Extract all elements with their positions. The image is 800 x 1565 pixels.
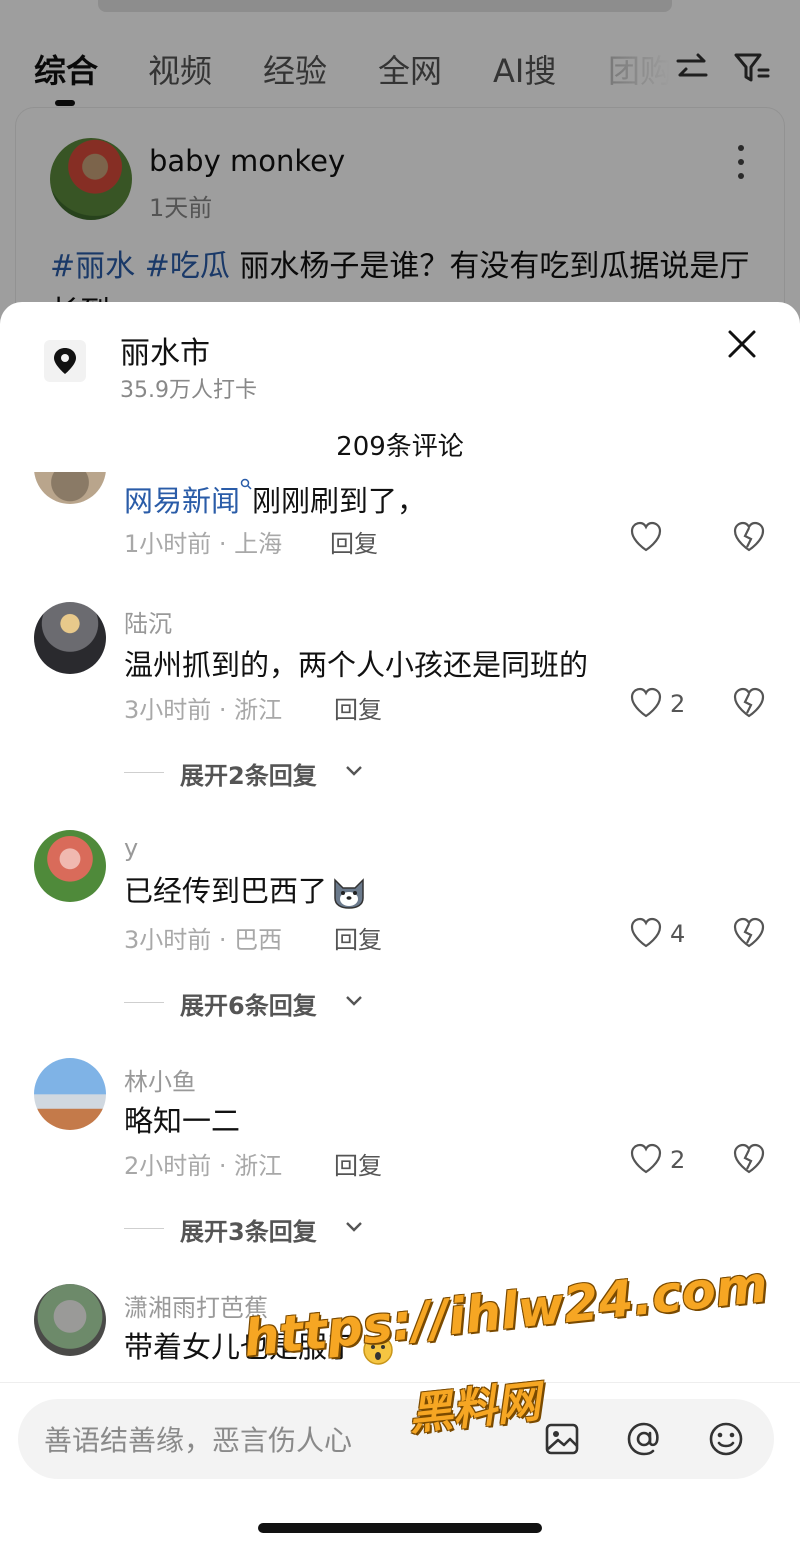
reply-button[interactable]: 回复: [334, 1146, 382, 1181]
comment-body: 已经传到巴西了: [124, 874, 328, 908]
search-link-icon: [240, 478, 252, 490]
comment-time: 3小时前: [124, 926, 212, 954]
location-checkins: 35.9万人打卡: [120, 378, 257, 403]
chevron-down-icon: [346, 766, 362, 776]
comment-time: 3小时前: [124, 696, 212, 724]
like-button[interactable]: 2: [628, 686, 698, 726]
location-pin-icon: [54, 348, 76, 374]
chevron-down-icon: [346, 1222, 362, 1232]
broken-heart-icon: [733, 1143, 765, 1174]
commenter-avatar[interactable]: [34, 830, 106, 902]
location-name[interactable]: 丽水市: [120, 328, 210, 372]
comment-username[interactable]: y: [124, 834, 138, 862]
close-icon[interactable]: [722, 324, 762, 364]
comment-region: 上海: [234, 530, 283, 558]
comment-username[interactable]: 林小鱼: [124, 1062, 196, 1097]
dislike-button[interactable]: [731, 520, 767, 560]
comment-region: 浙江: [234, 1152, 283, 1180]
heart-icon: [630, 917, 662, 948]
comment-body: 刚刚刷到了，: [252, 484, 427, 518]
reply-button[interactable]: 回复: [330, 524, 378, 559]
like-count: 2: [670, 1146, 686, 1174]
like-count: 2: [670, 690, 686, 718]
expand-divider: [124, 772, 164, 773]
comment-link[interactable]: 网易新闻: [124, 484, 240, 518]
comment-count-title: 209条评论: [336, 432, 464, 462]
like-button[interactable]: 4: [628, 916, 698, 956]
comment-text: 略知一二: [124, 1104, 241, 1138]
location-icon-box: [44, 340, 86, 382]
dislike-button[interactable]: [731, 916, 767, 956]
comment-composer: [0, 1382, 800, 1565]
expand-divider: [124, 1002, 164, 1003]
expand-replies[interactable]: 展开2条回复: [124, 756, 424, 790]
expand-label: 展开3条回复: [180, 1218, 317, 1246]
broken-heart-icon: [733, 917, 765, 948]
watermark-name: 黑料网: [406, 1376, 543, 1441]
heart-icon: [630, 1143, 662, 1174]
like-button[interactable]: [628, 520, 698, 560]
dog-emoji-icon: [334, 878, 364, 909]
dislike-button[interactable]: [731, 686, 767, 726]
comment-meta: 2小时前 · 浙江: [124, 1152, 283, 1180]
commenter-avatar[interactable]: [34, 472, 106, 504]
at-icon[interactable]: [624, 1419, 664, 1459]
comment-meta: 1小时前 · 上海: [124, 530, 283, 558]
broken-heart-icon: [733, 521, 765, 552]
commenter-avatar[interactable]: [34, 1058, 106, 1130]
comment-time: 1小时前: [124, 530, 212, 558]
comment-meta: 3小时前 · 浙江: [124, 696, 283, 724]
reply-button[interactable]: 回复: [334, 690, 382, 725]
comment-input-pill[interactable]: [18, 1399, 774, 1479]
comment-region: 浙江: [234, 696, 283, 724]
reply-button[interactable]: 回复: [334, 920, 382, 955]
comment-list[interactable]: 网易新闻 刚刚刷到了， 1小时前 · 上海 回复 陆沉 温州抓到的，两个人小孩还是…: [0, 472, 800, 1384]
expand-divider: [124, 1228, 164, 1229]
expand-replies[interactable]: 展开3条回复: [124, 1212, 424, 1246]
chevron-down-icon: [346, 996, 362, 1006]
heart-icon: [630, 521, 662, 552]
commenter-avatar[interactable]: [34, 1284, 106, 1356]
comment-time: 2小时前: [124, 1152, 212, 1180]
comments-sheet: 丽水市 35.9万人打卡 209条评论 网易新闻 刚刚刷到了， 1小时前 · 上海…: [0, 302, 800, 1565]
like-count: 4: [670, 920, 686, 948]
comment-text: 温州抓到的，两个人小孩还是同班的: [124, 648, 589, 682]
expand-label: 展开2条回复: [180, 762, 317, 790]
comment-region: 巴西: [234, 926, 283, 954]
home-indicator[interactable]: [258, 1523, 542, 1533]
comment-text: 已经传到巴西了: [124, 868, 367, 910]
emoji-icon[interactable]: [706, 1419, 746, 1459]
like-button[interactable]: 2: [628, 1142, 698, 1182]
expand-label: 展开6条回复: [180, 992, 317, 1020]
dislike-button[interactable]: [731, 1142, 767, 1182]
commenter-avatar[interactable]: [34, 602, 106, 674]
heart-icon: [630, 687, 662, 718]
comment-username[interactable]: 陆沉: [124, 604, 172, 639]
image-icon[interactable]: [542, 1419, 582, 1459]
expand-replies[interactable]: 展开6条回复: [124, 986, 424, 1020]
comment-meta: 3小时前 · 巴西: [124, 926, 283, 954]
broken-heart-icon: [733, 687, 765, 718]
comment-text: 网易新闻 刚刚刷到了，: [124, 478, 426, 520]
